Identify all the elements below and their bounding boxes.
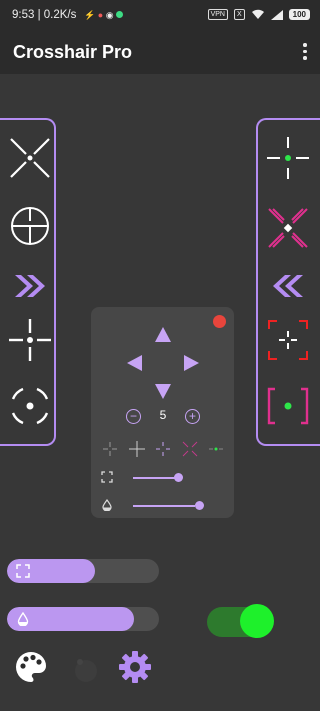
overflow-menu-icon[interactable]	[302, 43, 308, 63]
increase-size-button[interactable]: +	[185, 409, 200, 424]
scope-crosshair-icon[interactable]	[6, 202, 54, 250]
bolt-icon: ⚡	[84, 10, 96, 20]
preview-cross-icon[interactable]	[101, 440, 119, 458]
status-bar: 9:53 | 0.2K/s VPN X 100 ⚡ ● ◉	[0, 0, 320, 34]
x-badge: X	[233, 9, 245, 20]
signal-icon	[270, 9, 283, 20]
palette-icon[interactable]	[14, 650, 48, 684]
red-bracket-cross-icon[interactable]	[264, 316, 312, 364]
crosshair-preview-row	[101, 440, 225, 458]
app-bar: Crosshair Pro	[0, 34, 320, 74]
x-crosshair-icon[interactable]	[6, 134, 54, 182]
expand-icon	[101, 471, 113, 483]
opacity-bar[interactable]	[7, 607, 159, 631]
preview-plus-icon[interactable]	[128, 440, 146, 458]
vpn-badge: VPN	[207, 9, 228, 20]
shield-notif-icon: ◉	[105, 10, 114, 20]
opacity-slider-track[interactable]	[133, 505, 195, 507]
arrow-right-button[interactable]	[181, 353, 201, 373]
arrow-down-button[interactable]	[153, 381, 173, 401]
effects-icon[interactable]	[69, 652, 103, 686]
status-icons: VPN X 100	[207, 9, 310, 20]
preview-pink-x-icon[interactable]	[181, 440, 199, 458]
status-time-speed: 9:53 | 0.2K/s	[12, 9, 77, 21]
overlay-toggle-knob[interactable]	[240, 604, 274, 638]
battery-level: 100	[288, 9, 310, 20]
size-bar[interactable]	[7, 559, 159, 583]
size-slider-track[interactable]	[133, 477, 179, 479]
size-slider-knob[interactable]	[174, 473, 183, 482]
opacity-slider-knob[interactable]	[195, 501, 204, 510]
notification-icons: ⚡ ● ◉	[84, 10, 124, 21]
settings-gear-icon[interactable]	[118, 650, 152, 684]
green-notif-icon	[116, 11, 124, 18]
left-crosshair-panel	[0, 118, 56, 446]
opacity-drop-icon	[102, 499, 112, 511]
wifi-icon	[251, 9, 264, 19]
decrease-size-button[interactable]: −	[126, 409, 141, 424]
preview-green-dot-icon[interactable]	[207, 440, 225, 458]
chevrons-left-icon[interactable]	[264, 262, 312, 310]
arrow-left-button[interactable]	[125, 353, 145, 373]
app-title: Crosshair Pro	[13, 42, 133, 62]
right-crosshair-panel	[256, 118, 320, 446]
expand-icon	[16, 564, 30, 578]
circle-dot-crosshair-icon[interactable]	[6, 382, 54, 430]
preview-dashed-cross-icon[interactable]	[154, 440, 172, 458]
chevrons-right-icon[interactable]	[6, 262, 54, 310]
arrow-up-button[interactable]	[153, 325, 173, 345]
green-dot-cross-icon[interactable]	[264, 134, 312, 182]
control-panel: − 5 +	[91, 307, 234, 518]
pink-bracket-green-dot-icon[interactable]	[264, 382, 312, 430]
opacity-drop-icon	[17, 612, 29, 626]
flame-icon: ●	[97, 10, 104, 20]
pink-x-crosshair-icon[interactable]	[264, 204, 312, 252]
record-button[interactable]	[213, 315, 226, 328]
size-value: 5	[159, 408, 167, 422]
plus-dot-crosshair-icon[interactable]	[6, 316, 54, 364]
